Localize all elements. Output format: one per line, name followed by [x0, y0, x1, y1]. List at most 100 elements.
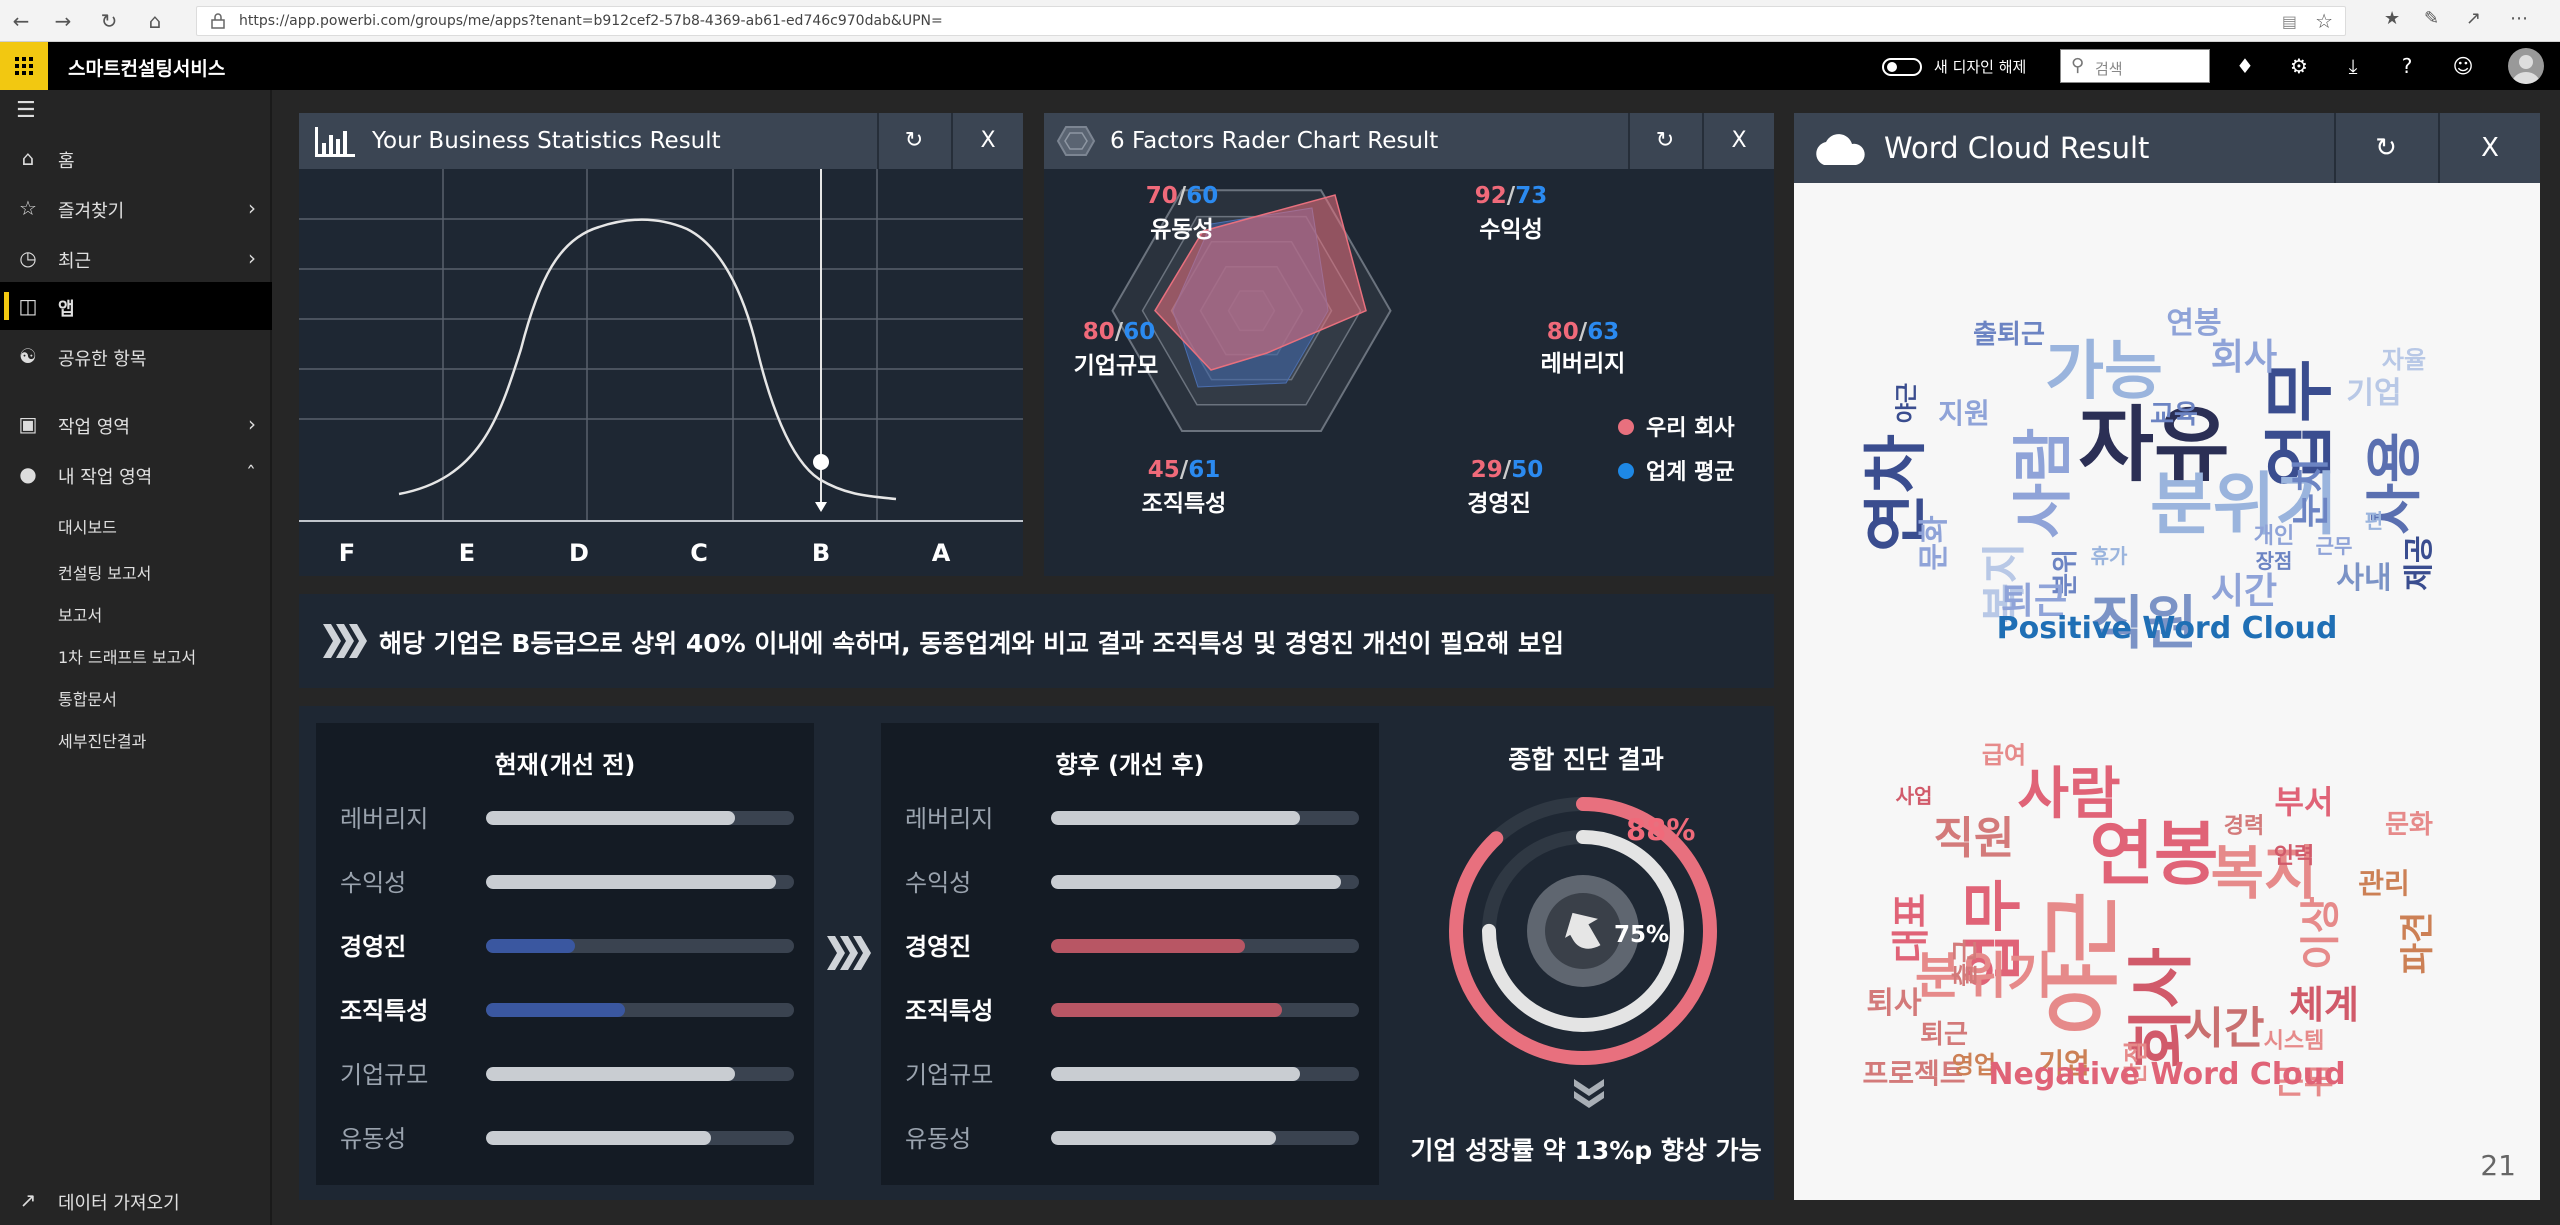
cloud-word: 출근 [1951, 939, 1981, 987]
metric-bar-track [486, 811, 794, 825]
nav-label: 작업 영역 [58, 417, 130, 438]
workspace-icon: ▣ [18, 412, 38, 436]
summary-section: 종합 진단 결과 88% 75% 기업 성장률 약 13%p 향상 가능 [1398, 706, 1774, 1200]
nav-item-shared[interactable]: ☯ 공유한 항목 [0, 332, 272, 380]
download-icon[interactable]: ⤓ [2330, 52, 2376, 80]
back-icon[interactable]: ← [8, 8, 34, 34]
notification-icon[interactable]: ♦ [2222, 52, 2268, 80]
metric-label: 경영진 [905, 933, 972, 961]
cloud-word: 눈치 [2289, 458, 2333, 528]
star-icon[interactable]: ☆ [2315, 9, 2333, 33]
metric-label: 레버리지 [905, 805, 994, 833]
metric-bar-track [1051, 811, 1359, 825]
grade-label: D [569, 539, 589, 567]
nav-item-recent[interactable]: ◷ 최근 › [0, 234, 272, 282]
avg-value: 73 [1515, 183, 1547, 209]
apps-icon: ◫ [18, 294, 38, 318]
close-button[interactable]: X [1702, 113, 1774, 169]
sub-item-workbook[interactable]: 통합문서 [58, 686, 117, 710]
new-design-label: 새 디자인 해제 [1934, 58, 2027, 76]
metric-row: 조직특성 [881, 987, 1379, 1027]
legend-label: 우리 회사 [1646, 416, 1735, 441]
metric-row: 수익성 [881, 859, 1379, 899]
sub-item-consulting-report[interactable]: 컨설팅 보고서 [58, 560, 151, 584]
panel-title: 6 Factors Rader Chart Result [1110, 128, 1439, 154]
reading-view-icon[interactable]: ▤ [2282, 12, 2297, 31]
metric-bar-fill [1051, 1067, 1301, 1081]
hamburger-icon[interactable]: ☰ [16, 98, 36, 123]
app-launcher-button[interactable] [0, 42, 48, 90]
help-icon[interactable]: ? [2384, 52, 2430, 80]
cloud-word: 휴가 [2091, 544, 2128, 568]
home-icon[interactable]: ⌂ [142, 8, 168, 34]
nav-item-my-workspace[interactable]: ● 내 작업 영역 ˆ [0, 450, 272, 498]
sub-item-draft-report[interactable]: 1차 드래프트 보고서 [58, 644, 196, 668]
nav-item-home[interactable]: ⌂ 홈 [0, 134, 272, 182]
cloud-word: 자율 [2382, 346, 2426, 374]
pen-icon[interactable]: ✎ [2424, 8, 2439, 29]
cloud-word: 장점 [2256, 549, 2293, 573]
chevron-right-icon: › [248, 246, 256, 270]
grade-label: E [459, 539, 475, 567]
metric-row: 레버리지 [316, 795, 814, 835]
new-design-toggle[interactable] [1882, 58, 1922, 76]
search-input[interactable]: ⚲ 검색 [2060, 49, 2210, 83]
cloud-word: 시스템 [2264, 1029, 2325, 1054]
metric-row: 경영진 [316, 923, 814, 963]
summary-caption: 기업 성장률 약 13%p 향상 가능 [1410, 1136, 1762, 1165]
gear-icon[interactable]: ⚙ [2276, 52, 2322, 80]
legend-dot-ours [1618, 419, 1634, 435]
svg-text:92/73: 92/73 [1475, 183, 1547, 209]
panel-title: Word Cloud Result [1884, 131, 2150, 165]
cloud-word: 야근 [1895, 383, 1920, 423]
metric-bar-track [486, 939, 794, 953]
refresh-button[interactable]: ↻ [877, 113, 949, 169]
left-navigation: ☰ ⌂ 홈 ☆ 즐겨찾기 › ◷ 최근 › ◫ 앱 ☯ 공유한 항목 ▣ 작업 … [0, 90, 272, 1225]
metric-label: 유동성 [340, 1125, 407, 1153]
grade-label: F [339, 539, 355, 567]
close-button[interactable]: X [951, 113, 1023, 169]
legend-dot-average [1618, 463, 1634, 479]
diagnosis-banner: 해당 기업은 B등급으로 상위 40% 이내에 속하며, 동종업계와 비교 결과… [299, 594, 1774, 688]
nav-label: 즐겨찾기 [58, 201, 125, 222]
nav-label: 내 작업 영역 [58, 467, 153, 488]
cloud-word: 교육 [2150, 400, 2198, 430]
feedback-icon[interactable]: ☺ [2440, 52, 2486, 80]
cloud-word: 개인 [2254, 524, 2294, 549]
get-data-button[interactable]: ↗ 데이터 가져오기 [0, 1176, 272, 1224]
cloud-word: 사람 [2017, 762, 2120, 827]
nav-item-workspaces[interactable]: ▣ 작업 영역 › [0, 400, 272, 448]
refresh-button[interactable]: ↻ [1628, 113, 1700, 169]
page-number: 21 [2480, 1149, 2516, 1182]
svg-text:80/63: 80/63 [1547, 319, 1619, 345]
cloud-word: 직원 [1934, 813, 2015, 864]
statistics-panel: Your Business Statistics Result ↻ X F E … [299, 113, 1023, 576]
forward-icon[interactable]: → [50, 8, 76, 34]
grade-label: C [690, 539, 708, 567]
close-button[interactable]: X [2438, 113, 2540, 183]
user-silhouette-icon [2512, 55, 2540, 84]
favorites-icon[interactable]: ★ [2384, 8, 2400, 29]
bar-chart-icon [315, 127, 355, 157]
cloud-word: 문화 [1917, 515, 1952, 571]
sub-item-report[interactable]: 보고서 [58, 602, 102, 626]
cloud-word: 사람 [2009, 428, 2079, 538]
svg-text:80/60: 80/60 [1083, 319, 1155, 345]
address-bar[interactable]: https://app.powerbi.com/groups/me/apps?t… [196, 6, 2346, 36]
sub-item-dashboard[interactable]: 대시보드 [58, 514, 117, 538]
refresh-icon[interactable]: ↻ [96, 8, 122, 34]
metric-row: 기업규모 [316, 1051, 814, 1091]
nav-item-apps[interactable]: ◫ 앱 [0, 282, 272, 330]
cloud-word: 급여 [1982, 743, 2026, 769]
metric-label: 기업규모 [905, 1061, 994, 1089]
cloud-word: 체계 [2289, 983, 2359, 1027]
avatar[interactable] [2508, 48, 2544, 84]
refresh-button[interactable]: ↻ [2334, 113, 2436, 183]
more-icon[interactable]: ⋯ [2510, 8, 2528, 29]
positive-word-cloud: 자유 업무분위기연차 사람가능직원사용눈치시간회사기업연봉제공사내지원복지 근무분위문… [1860, 306, 2437, 657]
cloud-word: 지원 [1938, 397, 1990, 430]
share-icon[interactable]: ↗ [2466, 8, 2481, 29]
metric-label: 수익성 [905, 869, 972, 897]
sub-item-detail-result[interactable]: 세부진단결과 [58, 728, 146, 752]
nav-item-favorites[interactable]: ☆ 즐겨찾기 › [0, 184, 272, 232]
